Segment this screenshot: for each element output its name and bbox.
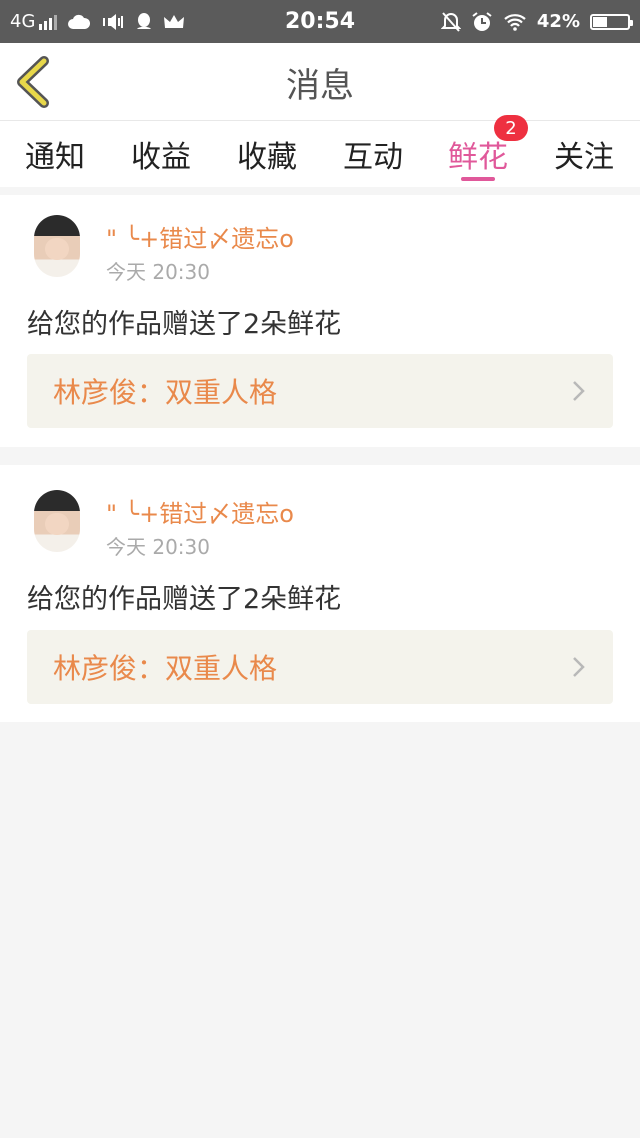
page-title: 消息	[286, 65, 354, 106]
chevron-right-icon	[573, 381, 585, 401]
tab-label: 互动	[343, 140, 403, 175]
active-tab-indicator	[461, 177, 495, 181]
status-bar: 4G 20:54 42%	[0, 0, 640, 43]
tab-favorites[interactable]: 收藏	[217, 121, 317, 187]
message-time: 今天 20:30	[106, 260, 210, 284]
message-time: 今天 20:30	[106, 535, 210, 559]
tab-flowers[interactable]: 鲜花 2	[428, 115, 528, 187]
message-text: 给您的作品赠送了2朵鲜花	[27, 309, 342, 340]
work-title: 林彦俊：双重人格	[53, 376, 278, 409]
battery-icon	[590, 13, 633, 30]
tab-follow[interactable]: 关注	[534, 121, 634, 187]
tab-label: 关注	[554, 140, 614, 175]
work-link[interactable]: 林彦俊：双重人格	[27, 354, 613, 428]
tab-label: 收益	[131, 140, 191, 175]
work-link[interactable]: 林彦俊：双重人格	[27, 630, 613, 704]
message-text: 给您的作品赠送了2朵鲜花	[27, 584, 342, 615]
avatar[interactable]	[34, 215, 80, 277]
tab-bar: 通知 收益 收藏 互动 鲜花 2 关注	[0, 115, 640, 187]
message-card: " ╰+错过〆遗忘o 今天 20:30 给您的作品赠送了2朵鲜花 林彦俊：双重人…	[0, 465, 640, 722]
sender-name[interactable]: " ╰+错过〆遗忘o	[106, 219, 294, 254]
unread-badge: 2	[494, 115, 528, 141]
message-card: " ╰+错过〆遗忘o 今天 20:30 给您的作品赠送了2朵鲜花 林彦俊：双重人…	[0, 195, 640, 447]
tab-notice[interactable]: 通知	[5, 121, 105, 187]
avatar[interactable]	[34, 490, 80, 552]
app-header: 消息	[0, 43, 640, 121]
alarm-icon	[472, 11, 492, 31]
battery-percent: 42%	[536, 11, 580, 32]
tab-earnings[interactable]: 收益	[111, 121, 211, 187]
tab-label: 收藏	[237, 140, 297, 175]
tab-label: 通知	[25, 140, 85, 175]
status-bar-right: 42%	[440, 0, 633, 43]
chevron-right-icon	[573, 657, 585, 677]
wifi-icon	[504, 13, 526, 31]
tab-interaction[interactable]: 互动	[323, 121, 423, 187]
work-title: 林彦俊：双重人格	[53, 652, 278, 685]
sender-name[interactable]: " ╰+错过〆遗忘o	[106, 494, 294, 529]
silent-bell-icon	[440, 11, 461, 32]
